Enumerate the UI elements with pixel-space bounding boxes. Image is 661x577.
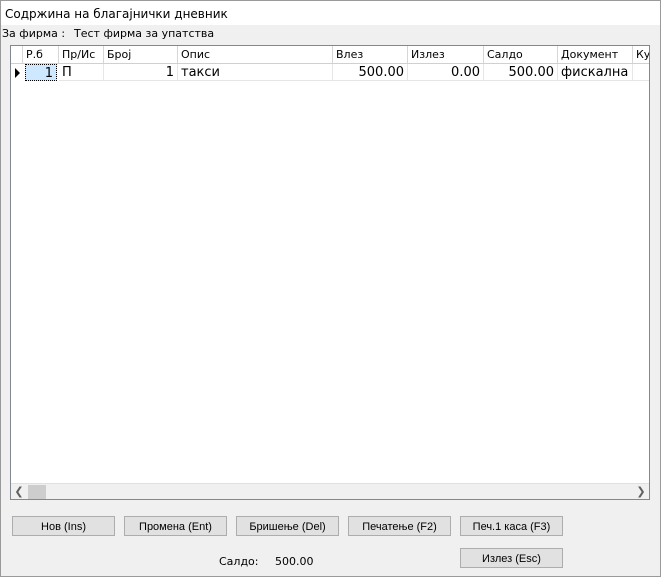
cell-rb[interactable]: 1 [25,64,57,81]
column-header-rb[interactable]: Р.б [23,46,59,63]
chevron-left-icon[interactable]: ❮ [11,484,27,499]
row-selector[interactable] [11,64,23,81]
column-header-dokument[interactable]: Документ [558,46,633,63]
balance-value: 500.00 [275,555,314,568]
cell-izlez[interactable]: 0.00 [408,64,484,81]
cell-opis[interactable]: такси [178,64,333,81]
print-button[interactable]: Печатење (F2) [348,516,451,536]
scrollbar-thumb[interactable] [28,485,46,499]
title-bar: Содржина на благајнички дневник [1,1,660,25]
cell-dokument[interactable]: фискална [558,64,633,81]
column-header-ku[interactable]: Ку [633,46,649,63]
horizontal-scrollbar[interactable]: ❮ ❯ [11,483,649,499]
window-title: Содржина на благајнички дневник [5,7,228,21]
column-header-izlez[interactable]: Излез [408,46,484,63]
cell-broj[interactable]: 1 [104,64,178,81]
column-header-vlez[interactable]: Влез [333,46,408,63]
current-row-arrow-icon [15,68,20,78]
column-header-opis[interactable]: Опис [178,46,333,63]
table-row[interactable]: 1 П 1 такси 500.00 0.00 500.00 фискална [11,64,649,81]
delete-button[interactable]: Бришење (Del) [236,516,339,536]
cell-vlez[interactable]: 500.00 [333,64,408,81]
cell-saldo[interactable]: 500.00 [484,64,558,81]
balance-label: Салдо: [219,555,259,568]
exit-button[interactable]: Излез (Esc) [460,548,563,568]
new-button[interactable]: Нов (Ins) [12,516,115,536]
firm-label: За фирма : [2,27,66,40]
table-header: Р.б Пр/Ис Број Опис Влез Излез Салдо Док… [11,46,649,64]
cell-ku[interactable] [633,64,649,81]
column-header-saldo[interactable]: Салдо [484,46,558,63]
column-header-pr-is[interactable]: Пр/Ис [59,46,104,63]
chevron-right-icon[interactable]: ❯ [633,484,649,499]
cell-pr-is[interactable]: П [59,64,104,81]
column-header-broj[interactable]: Број [104,46,178,63]
print-one-cashbox-button[interactable]: Печ.1 каса (F3) [460,516,563,536]
firm-name: Тест фирма за упатства [74,27,215,40]
journal-table[interactable]: Р.б Пр/Ис Број Опис Влез Излез Салдо Док… [10,45,650,500]
edit-button[interactable]: Промена (Ent) [124,516,227,536]
cash-journal-window: Содржина на благајнички дневник За фирма… [0,0,661,577]
row-header-corner [11,46,23,63]
